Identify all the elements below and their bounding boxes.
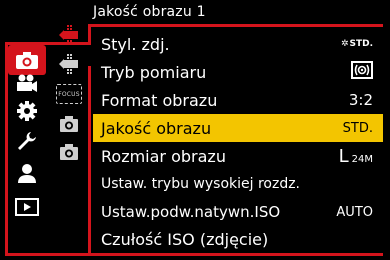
playback-icon	[15, 198, 39, 216]
menu-item-label: Czułość ISO (zdjęcie)	[101, 229, 269, 249]
menu-item-label: Rozmiar obrazu	[101, 146, 226, 166]
menu-item-value: 3:2	[348, 91, 373, 109]
menu-item-label: Tryb pomiaru	[101, 62, 207, 82]
custom-gear-icon	[17, 101, 37, 121]
category-setup[interactable]	[8, 128, 46, 154]
wrench-setup-icon	[18, 132, 36, 150]
menu-item-label: Ustaw.podw.natywn.ISO	[101, 203, 281, 221]
photo-camera-icon	[16, 52, 38, 69]
menu-frame-top	[88, 24, 383, 27]
image-size-letter: L	[338, 145, 349, 167]
image-size-megapixels: 24M	[351, 153, 373, 165]
subpage-focus[interactable]: FOCUS	[54, 82, 84, 106]
menu-item-label: Ustaw. trybu wysokiej rozdz.	[101, 176, 301, 192]
photo-page-2-icon	[59, 54, 78, 74]
menu-item-label: Jakość obrazu	[101, 118, 212, 138]
menu-frame-left	[88, 24, 91, 44]
category-playback[interactable]	[8, 194, 46, 220]
subpage-5[interactable]	[54, 140, 84, 164]
metering-mode-icon	[351, 61, 373, 83]
menu-item-dual-native-iso[interactable]: Ustaw.podw.natywn.ISO AUTO	[93, 198, 383, 226]
subpage-2[interactable]	[54, 52, 84, 76]
menu-item-metering[interactable]: Tryb pomiaru	[93, 58, 383, 86]
subpage-1[interactable]	[54, 22, 84, 48]
category-video[interactable]	[8, 70, 46, 96]
focus-page-icon: FOCUS	[56, 84, 82, 104]
menu-item-value: AUTO	[336, 204, 373, 220]
menu-item-aspect-ratio[interactable]: Format obrazu 3:2	[93, 86, 383, 114]
category-mymenu[interactable]	[8, 160, 46, 186]
video-camera-icon	[17, 74, 37, 92]
subpage-4[interactable]	[54, 112, 84, 136]
category-custom[interactable]	[8, 98, 46, 124]
menu-item-iso-sensitivity[interactable]: Czułość ISO (zdjęcie)	[93, 225, 383, 253]
menu-item-value: STD.	[349, 39, 373, 49]
menu-item-image-quality[interactable]: Jakość obrazu STD.	[93, 114, 383, 142]
photo-page-4-icon	[60, 116, 78, 132]
menu-item-high-res-mode[interactable]: Ustaw. trybu wysokiej rozdz.	[93, 170, 383, 198]
menu-item-label: Format obrazu	[101, 90, 218, 110]
page-title: Jakość obrazu 1	[93, 4, 206, 20]
menu-item-photo-style[interactable]: Styl. zdj. ✲ STD.	[93, 30, 383, 58]
menu-item-image-size[interactable]: Rozmiar obrazu L 24M	[93, 142, 383, 170]
focus-page-label: FOCUS	[58, 90, 80, 98]
image-size-value: L 24M	[339, 146, 373, 167]
menu-frame-left-lower	[88, 66, 91, 256]
rail-frame-bottom	[5, 253, 383, 256]
photo-page-5-icon	[60, 144, 78, 160]
menu-item-label: Styl. zdj.	[101, 34, 170, 54]
camera-menu-screen: Jakość obrazu 1 FOCUS Styl. zdj. ✲ STD. …	[0, 0, 390, 260]
photo-page-1-icon	[59, 25, 78, 45]
person-mymenu-icon	[18, 164, 36, 183]
menu-item-value: STD.	[342, 120, 373, 136]
photo-style-std-icon: ✲ STD.	[340, 39, 373, 49]
